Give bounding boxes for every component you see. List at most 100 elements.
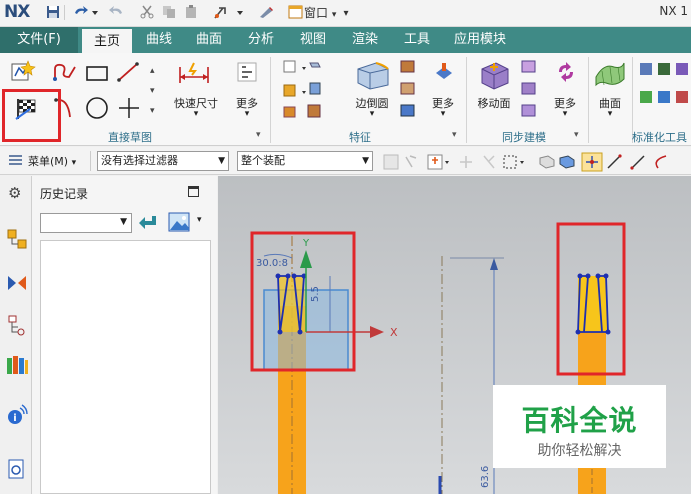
chevron-down-icon[interactable]: ▾: [168, 109, 224, 119]
window-icon[interactable]: [286, 5, 304, 22]
history-list[interactable]: [40, 240, 211, 494]
assembly-scope-dropdown[interactable]: 整个装配 ▼: [237, 151, 373, 171]
sketch-icon[interactable]: [10, 59, 36, 83]
tab-tools[interactable]: 工具: [394, 27, 440, 53]
save-icon[interactable]: [44, 5, 62, 22]
chevron-down-icon: ▼: [218, 156, 225, 166]
divider: [64, 5, 65, 20]
type-filter-value: 没有选择过滤器: [101, 154, 178, 167]
menu-label: 菜单(M): [28, 155, 69, 168]
point-icon[interactable]: [116, 95, 142, 121]
settings-gear-icon[interactable]: ⚙: [8, 184, 21, 202]
group-label-feature: 特征: [349, 131, 371, 144]
chevron-down-icon[interactable]: ▾: [544, 109, 586, 119]
feature-small-icons[interactable]: [398, 59, 418, 121]
menu-icon[interactable]: [8, 153, 24, 170]
chevron-down-icon: ▼: [120, 217, 127, 227]
ribbon-tab-bar: 文件(F) 主页 曲线 曲面 分析 视图 渲染 工具 应用模块: [0, 27, 691, 53]
tab-view[interactable]: 视图: [290, 27, 336, 53]
customize-qa-icon[interactable]: ▾: [340, 5, 352, 22]
window-menu-label: 窗口: [304, 6, 329, 20]
block-icon[interactable]: [282, 59, 322, 121]
history-icon[interactable]: [6, 458, 28, 483]
chevron-down-icon[interactable]: ▾: [422, 109, 464, 119]
gallery-scroll-icon[interactable]: ▴ ▾ ▾: [150, 61, 155, 121]
line-icon[interactable]: [116, 61, 140, 83]
watermark-logo: 百科全说 助你轻松解决: [493, 385, 666, 468]
chevron-down-icon: ▾: [71, 158, 77, 168]
history-panel: 历史记录 ▼ ▾: [32, 176, 217, 494]
group-label-direct-sketch: 直接草图: [108, 131, 152, 144]
selection-toolbar: 菜单(M) ▾ 没有选择过滤器 ▼ 整个装配 ▼: [0, 147, 691, 175]
window-menu[interactable]: 窗口 ▾: [304, 5, 340, 22]
chevron-down-icon[interactable]: ▾: [226, 109, 268, 119]
tab-home[interactable]: 主页: [82, 27, 132, 53]
rapid-dimension-icon[interactable]: [176, 61, 212, 87]
tab-curve[interactable]: 曲线: [136, 27, 182, 53]
more-sync-icon[interactable]: [554, 61, 578, 83]
watermark-sub-text: 助你轻松解决: [537, 443, 622, 459]
move-face-label[interactable]: 移动面: [468, 95, 520, 111]
chevron-down-icon[interactable]: ▾: [574, 130, 579, 140]
length-dimension-text: 63.6: [480, 466, 491, 488]
chevron-down-icon[interactable]: ▾: [592, 109, 628, 119]
information-icon[interactable]: i: [6, 404, 28, 429]
x-axis-label: X: [390, 326, 398, 339]
rectangle-icon[interactable]: [84, 63, 110, 83]
surface-icon[interactable]: [594, 59, 626, 89]
divider: [90, 151, 91, 171]
sync-small-icons[interactable]: [520, 59, 538, 121]
right-sketch-fill: [578, 276, 608, 332]
divider: [466, 57, 467, 143]
chevron-down-icon: ▾: [331, 10, 337, 20]
window-title: NX 1: [659, 4, 688, 18]
paste-icon[interactable]: [182, 5, 200, 22]
undo-icon[interactable]: [70, 5, 100, 22]
more-feature-icon[interactable]: [432, 61, 456, 83]
assembly-scope-value: 整个装配: [241, 154, 285, 167]
chevron-down-icon[interactable]: ▾: [256, 130, 261, 140]
copy-icon[interactable]: [160, 5, 178, 22]
back-arrow-icon[interactable]: [138, 213, 160, 236]
menu-button[interactable]: 菜单(M) ▾: [28, 153, 76, 169]
highlight-box-finish-sketch: [2, 89, 61, 142]
circle-icon[interactable]: [84, 95, 110, 121]
more-sketch-icon[interactable]: [236, 61, 258, 83]
height-dimension-text: 5.5: [310, 286, 321, 302]
tool-icon[interactable]: [212, 5, 246, 22]
tab-analysis[interactable]: 分析: [236, 27, 286, 53]
constraint-navigator-icon[interactable]: [6, 272, 28, 297]
ribbon-panel: ▴ ▾ ▾ 快速尺寸 ▾ 更多 ▾ 直接草图 ▾ 边倒圆 ▾ 更多 ▾ 特征 ▾ 移…: [0, 53, 691, 158]
nx-logo: NX: [4, 2, 30, 22]
tab-application[interactable]: 应用模块: [444, 27, 516, 53]
divider: [270, 57, 271, 143]
resource-bar: ⚙ i: [0, 176, 32, 494]
watermark-main-text: 百科全说: [521, 404, 638, 437]
chevron-down-icon[interactable]: ▾: [197, 215, 202, 225]
assembly-navigator-icon[interactable]: [6, 228, 28, 253]
chevron-down-icon[interactable]: ▾: [452, 130, 457, 140]
title-bar: NX 窗口 ▾ ▾ NX 1: [0, 0, 691, 27]
move-face-icon[interactable]: [476, 59, 512, 91]
chevron-down-icon[interactable]: ▾: [346, 109, 398, 119]
history-filter-dropdown[interactable]: ▼: [40, 213, 132, 233]
maximize-icon[interactable]: [188, 186, 199, 197]
standard-tools-icons[interactable]: [638, 61, 691, 123]
chevron-down-icon: ▼: [362, 156, 369, 166]
redo-icon[interactable]: [104, 5, 128, 22]
tab-render[interactable]: 渲染: [340, 27, 390, 53]
tab-file[interactable]: 文件(F): [0, 27, 78, 53]
svg-text:i: i: [13, 413, 16, 424]
selection-tool-icons[interactable]: [382, 152, 691, 175]
part-navigator-icon[interactable]: [6, 314, 28, 339]
edge-blend-icon[interactable]: [354, 59, 390, 91]
cut-icon[interactable]: [138, 5, 156, 22]
type-filter-dropdown[interactable]: 没有选择过滤器 ▼: [97, 151, 229, 171]
image-icon[interactable]: [168, 212, 192, 235]
reuse-library-icon[interactable]: [5, 354, 29, 379]
y-axis-label: Y: [302, 238, 310, 249]
profile-icon[interactable]: [52, 61, 78, 83]
tab-surface[interactable]: 曲面: [186, 27, 232, 53]
pencil-icon[interactable]: [256, 5, 276, 22]
angle-dimension-text: 30.0:8: [256, 258, 288, 269]
